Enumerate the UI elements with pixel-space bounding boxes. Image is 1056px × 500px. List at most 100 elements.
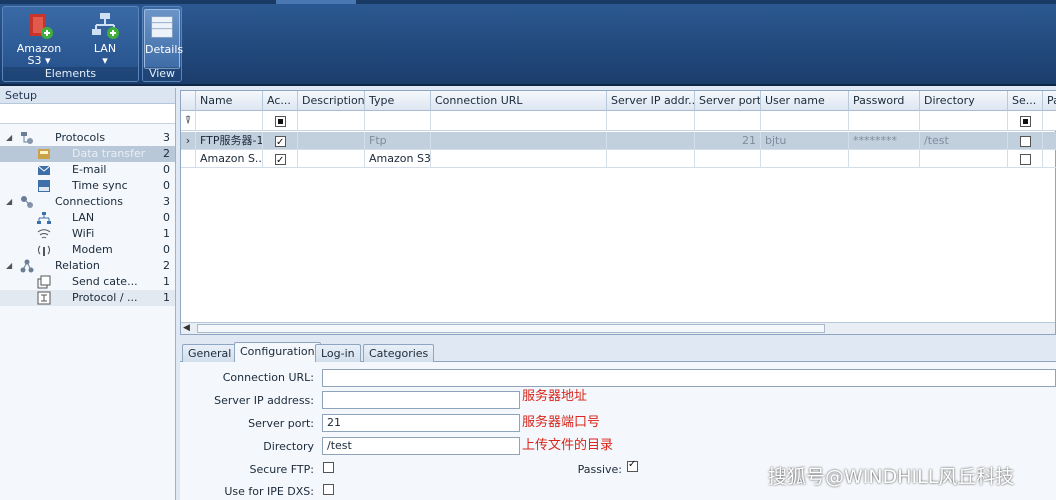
filter-cell[interactable] — [695, 111, 761, 131]
protocols-icon — [21, 132, 33, 144]
cell-name[interactable]: FTP服务器-1 — [196, 132, 263, 150]
cell-user[interactable] — [761, 150, 849, 168]
lan-network-icon — [92, 13, 119, 39]
tree-label: E-mail — [72, 163, 107, 176]
cell-active-checkbox[interactable] — [263, 132, 298, 150]
tree-item-lan[interactable]: LAN 0 — [0, 210, 175, 226]
tree-item-connections[interactable]: ◢ Connections 3 — [0, 194, 175, 210]
protocol-relation-icon — [37, 291, 51, 305]
column-header-server-ip[interactable]: Server IP addr... — [607, 91, 695, 111]
tree-item-modem[interactable]: Modem 0 — [0, 242, 175, 258]
cell-description[interactable] — [298, 150, 365, 168]
column-header-secure[interactable]: Se... — [1008, 91, 1043, 111]
directory-input[interactable]: /test — [322, 437, 520, 455]
column-header-user-name[interactable]: User name — [761, 91, 849, 111]
time-sync-icon — [38, 180, 50, 192]
column-header-connection-url[interactable]: Connection URL — [431, 91, 607, 111]
filter-cell[interactable] — [196, 111, 263, 131]
cell-directory[interactable] — [920, 150, 1008, 168]
filter-cell[interactable] — [761, 111, 849, 131]
grid-header: Name Ac... Description Type Connection U… — [181, 91, 1056, 111]
tab-log-in[interactable]: Log-in — [315, 344, 361, 362]
tree-item-wifi[interactable]: WiFi 1 — [0, 226, 175, 242]
directory-label: Directory — [263, 440, 314, 453]
collapse-triangle-icon[interactable]: ◢ — [6, 258, 14, 274]
tree-label: Protocol / ... — [72, 291, 138, 304]
cell-secure-checkbox[interactable] — [1008, 150, 1043, 168]
cell-ip[interactable] — [607, 150, 695, 168]
cell-secure-checkbox[interactable] — [1008, 132, 1043, 150]
tree-label: LAN — [72, 211, 95, 224]
table-row[interactable]: Amazon S... Amazon S3 — [181, 150, 1056, 168]
tab-general[interactable]: General — [182, 344, 238, 362]
tree-item-send-category[interactable]: Send cate... 1 — [0, 274, 175, 290]
tab-configuration[interactable]: Configuration — [234, 342, 321, 363]
tree-item-email[interactable]: E-mail 0 — [0, 162, 175, 178]
secure-ftp-label: Secure FTP: — [249, 463, 314, 476]
horizontal-scrollbar[interactable]: ◀ — [181, 322, 1055, 334]
lan-icon — [37, 212, 51, 224]
filter-cell[interactable] — [431, 111, 607, 131]
cell-ip[interactable] — [607, 132, 695, 150]
column-header-active[interactable]: Ac... — [263, 91, 298, 111]
filter-icon[interactable]: ⍒ — [181, 111, 196, 131]
tree-label: Protocols — [55, 131, 106, 144]
cell-port[interactable]: 21 — [695, 132, 761, 150]
tree-item-protocol-relation[interactable]: Protocol / ... 1 — [0, 290, 175, 306]
cell-port[interactable] — [695, 150, 761, 168]
filter-cell[interactable] — [849, 111, 920, 131]
cell-directory[interactable]: /test — [920, 132, 1008, 150]
watermark-text: 搜狐号@WINDHILL风丘科技 — [768, 466, 1015, 488]
server-port-note: 服务器端口号 — [522, 415, 601, 430]
filter-checkbox-secure[interactable] — [1008, 111, 1043, 131]
secure-ftp-checkbox[interactable] — [323, 462, 334, 473]
modem-icon — [38, 245, 50, 256]
cell-type[interactable]: Ftp — [365, 132, 431, 150]
cell-active-checkbox[interactable] — [263, 150, 298, 168]
filter-checkbox-active[interactable] — [263, 111, 298, 131]
tree-item-protocols[interactable]: ◢ Protocols 3 — [0, 130, 175, 146]
column-header-password[interactable]: Password — [849, 91, 920, 111]
table-row[interactable]: › FTP服务器-1 Ftp 21 bjtu ******** /test — [181, 132, 1056, 150]
collapse-triangle-icon[interactable]: ◢ — [6, 194, 14, 210]
tree-label: Data transfer — [72, 147, 146, 160]
column-header-directory[interactable]: Directory — [920, 91, 1008, 111]
column-header-passive[interactable]: Pa — [1043, 91, 1056, 111]
scrollbar-thumb[interactable] — [197, 324, 825, 333]
collapse-triangle-icon[interactable]: ◢ — [6, 130, 14, 146]
cell-user[interactable]: bjtu — [761, 132, 849, 150]
row-indicator-header — [181, 91, 196, 111]
tree-item-time-sync[interactable]: Time sync 0 — [0, 178, 175, 194]
server-ip-input[interactable] — [322, 391, 520, 409]
amazon-s3-button[interactable]: Amazon S3 ▾ — [9, 9, 69, 69]
tab-categories[interactable]: Categories — [363, 344, 435, 362]
cell-url[interactable] — [431, 150, 607, 168]
cell-password[interactable] — [849, 150, 920, 168]
column-header-description[interactable]: Description — [298, 91, 365, 111]
details-label: Details — [145, 43, 184, 56]
tree-item-relation[interactable]: ◢ Relation 2 — [0, 258, 175, 274]
cell-name[interactable]: Amazon S... — [196, 150, 263, 168]
amazon-label-2: S3 ▾ — [27, 54, 51, 67]
tree-item-data-transfer[interactable]: Data transfer 2 — [0, 146, 175, 162]
cell-type[interactable]: Amazon S3 — [365, 150, 431, 168]
column-header-server-port[interactable]: Server port — [695, 91, 761, 111]
filter-cell[interactable] — [607, 111, 695, 131]
lan-button[interactable]: LAN ▾ — [75, 9, 135, 69]
column-header-name[interactable]: Name — [196, 91, 263, 111]
cell-url[interactable] — [431, 132, 607, 150]
row-pointer-icon: › — [181, 132, 196, 150]
ipe-dxs-checkbox[interactable] — [323, 484, 334, 495]
filter-cell[interactable] — [298, 111, 365, 131]
cell-description[interactable] — [298, 132, 365, 150]
column-header-type[interactable]: Type — [365, 91, 431, 111]
ribbon-tabstrip — [0, 0, 1056, 4]
details-button[interactable]: Details — [144, 9, 184, 69]
server-port-input[interactable]: 21 — [322, 414, 520, 432]
scroll-left-icon[interactable]: ◀ — [183, 323, 190, 333]
cell-password[interactable]: ******** — [849, 132, 920, 150]
filter-cell[interactable] — [920, 111, 1008, 131]
connection-url-input[interactable] — [322, 369, 1056, 387]
passive-checkbox[interactable] — [627, 459, 638, 472]
filter-cell[interactable] — [365, 111, 431, 131]
